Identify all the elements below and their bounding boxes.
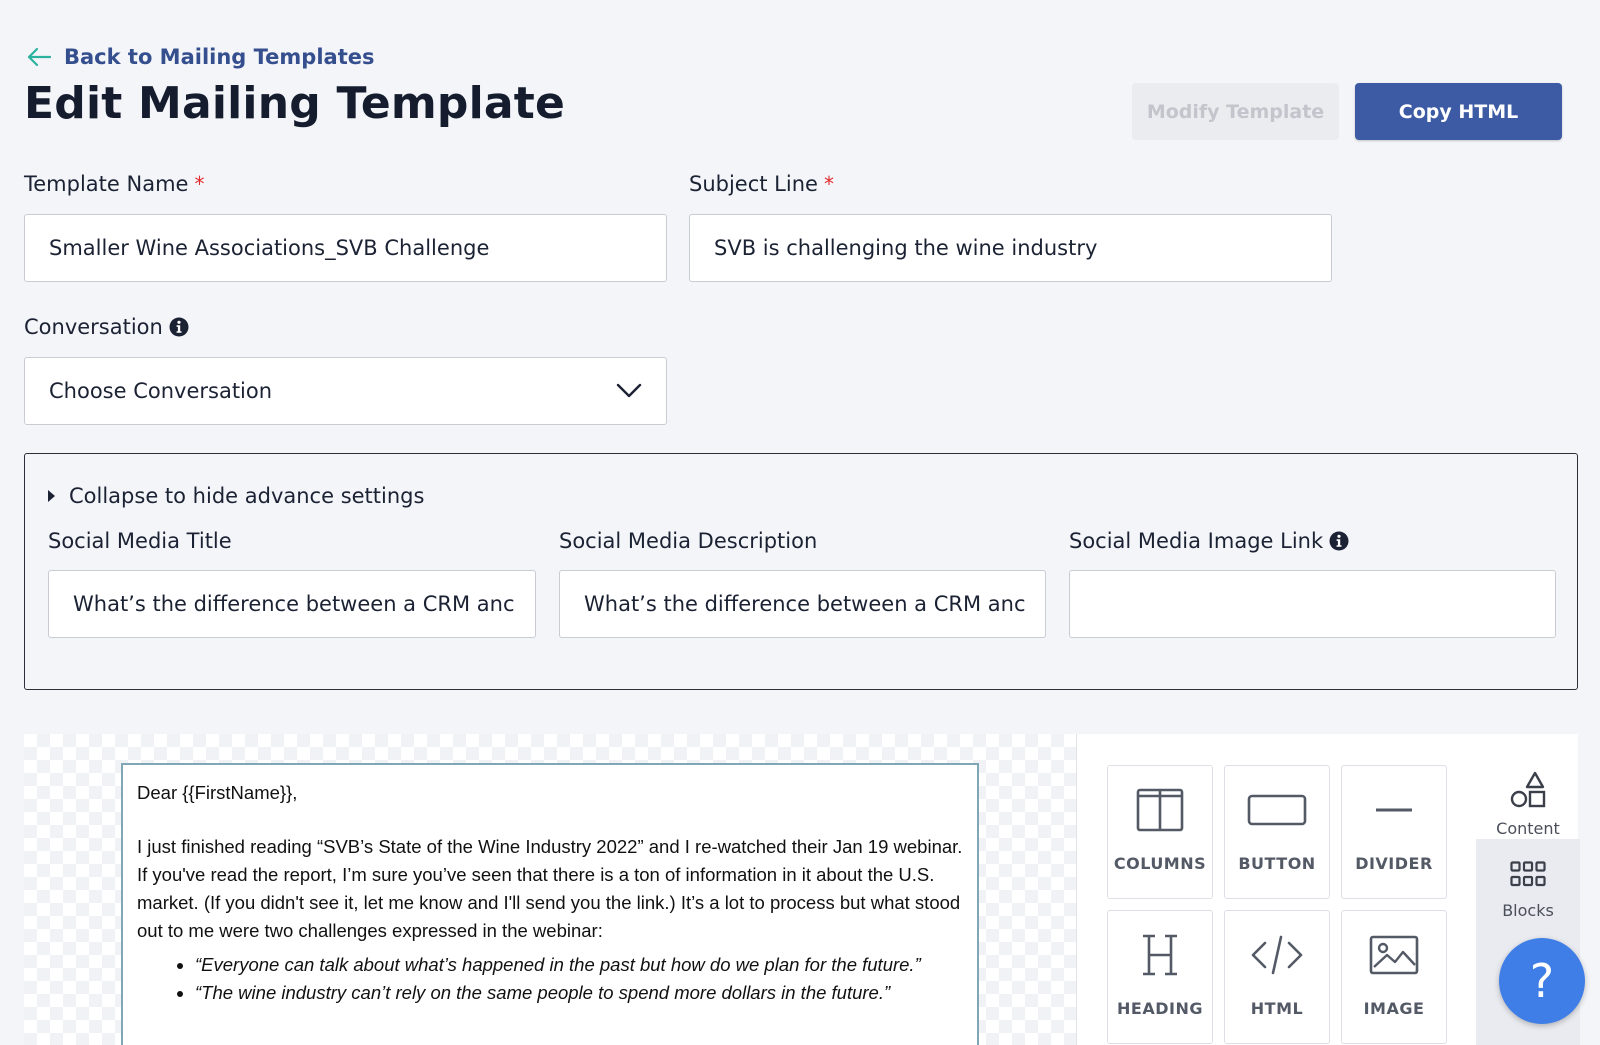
email-paragraph: I just finished reading “SVB’s State of … [137,836,963,941]
copy-html-button[interactable]: Copy HTML [1355,83,1562,140]
advanced-settings-toggle[interactable]: Collapse to hide advance settings [48,484,424,508]
template-name-label: Template Name * [24,172,205,196]
heading-icon [1143,934,1177,976]
info-icon[interactable] [169,317,189,337]
modify-template-button[interactable]: Modify Template [1132,83,1339,140]
required-mark: * [823,172,834,196]
email-bullet-list: “Everyone can talk about what’s happened… [137,951,963,1007]
button-icon [1247,794,1307,826]
conversation-select[interactable]: Choose Conversation [24,357,667,425]
advanced-settings-panel: Collapse to hide advance settings Social… [24,453,1578,690]
list-item: “Everyone can talk about what’s happened… [195,951,963,979]
divider-icon [1376,808,1412,812]
arrow-left-icon [27,47,52,67]
email-text-block[interactable]: Dear {{FirstName}}, I just finished read… [121,763,979,1045]
back-link-label: Back to Mailing Templates [64,45,375,69]
info-icon[interactable] [1329,531,1349,551]
tool-image[interactable]: IMAGE [1341,910,1447,1044]
chevron-down-icon [616,383,642,398]
help-button[interactable]: ? [1499,938,1585,1024]
grid-icon [1510,861,1546,887]
email-greeting: Dear {{FirstName}}, [137,782,298,803]
required-mark: * [194,172,205,196]
shapes-icon [1510,771,1546,807]
social-title-label: Social Media Title [48,529,232,553]
tool-divider[interactable]: DIVIDER [1341,765,1447,899]
social-title-input[interactable]: What’s the difference between a CRM anc [48,570,536,638]
tool-heading[interactable]: HEADING [1107,910,1213,1044]
caret-right-icon [48,490,55,502]
tool-html[interactable]: HTML [1224,910,1330,1044]
social-image-label: Social Media Image Link [1069,529,1349,553]
tool-button[interactable]: BUTTON [1224,765,1330,899]
question-icon: ? [1529,954,1555,1008]
social-description-input[interactable]: What’s the difference between a CRM anc [559,570,1046,638]
subject-line-label: Subject Line * [689,172,834,196]
tool-columns[interactable]: COLUMNS [1107,765,1213,899]
email-editor-canvas[interactable]: Dear {{FirstName}}, I just finished read… [24,734,1076,1045]
html-code-icon [1251,935,1303,975]
image-icon [1369,935,1419,975]
social-image-input[interactable] [1069,570,1556,638]
social-description-label: Social Media Description [559,529,818,553]
columns-icon [1136,788,1184,832]
page-title: Edit Mailing Template [24,78,566,129]
back-to-templates-link[interactable]: Back to Mailing Templates [26,44,374,70]
subject-line-input[interactable]: SVB is challenging the wine industry [689,214,1332,282]
list-item: “The wine industry can’t rely on the sam… [195,979,963,1007]
template-name-input[interactable]: Smaller Wine Associations_SVB Challenge [24,214,667,282]
conversation-label: Conversation [24,315,189,339]
